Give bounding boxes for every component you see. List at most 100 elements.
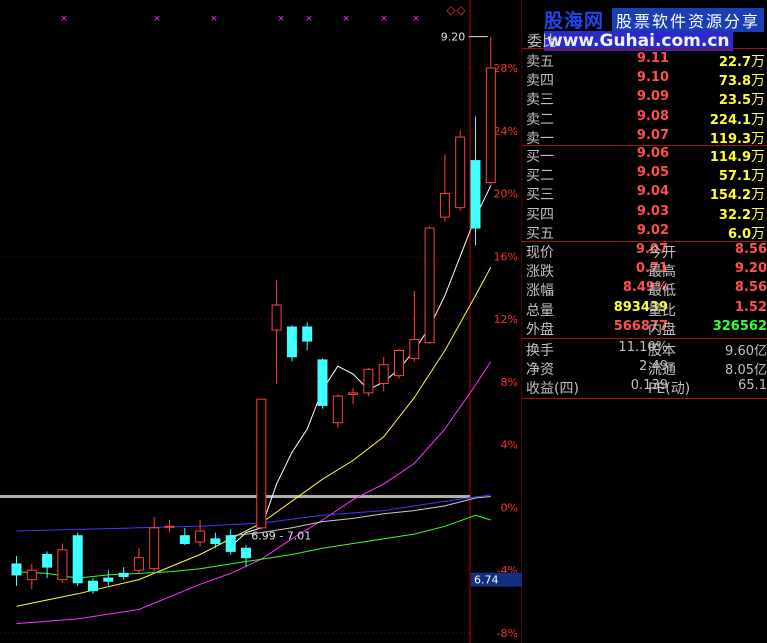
tick-label: 0% [501,501,518,514]
ma-line-2 [16,267,492,607]
stat-value: 65.1 [738,378,767,394]
quote-row: 涨跌 0.71 最高 9.20 [524,261,767,280]
stat-label: 收益(四) [526,381,579,398]
candle-body [241,547,251,559]
bid-price: 9.04 [636,184,669,200]
ask-price: 9.09 [636,89,669,105]
bid-volume-unit: 万 [751,206,765,223]
ask-price: 9.08 [636,108,669,124]
candle-body [225,535,236,552]
stat-label: 净资 [526,362,554,379]
candle-body [164,525,175,528]
top-marker: × [380,14,388,24]
bid-volume-unit: 万 [751,168,765,185]
ask-volume-value: 73.8 [718,74,751,90]
ask-row: 卖三 9.09 23.5万 [524,89,767,108]
quote-label: 最高 [648,264,676,281]
tick-label: 16% [494,250,518,263]
ask-volume-unit: 万 [751,54,765,70]
ask-row: 卖四 9.10 73.8万 [524,70,767,89]
candle-body [378,364,389,384]
candle-body [363,368,374,394]
ask-price: 9.11 [636,51,669,66]
candle-body [103,577,114,582]
tick-label: 12% [494,313,518,326]
tick-label: -8% [497,627,518,640]
diamond-icon: ◇ [446,3,456,17]
candle-body [485,67,496,184]
top-marker: × [277,14,285,24]
ma-line-4 [16,514,491,579]
top-marker: × [60,14,68,24]
high-annotation: 9.20 [441,31,466,44]
candle-body [118,572,129,577]
tick-label: 4% [501,439,518,452]
diamond-icon: ◇ [456,3,466,17]
tick-label: 24% [494,125,518,138]
candle-body [394,350,404,377]
bid-price: 9.03 [636,203,669,219]
ask-price: 9.07 [636,127,669,143]
quote-label: 量比 [648,302,676,319]
candle-body [88,580,98,592]
candle-body [26,569,37,581]
top-marker: × [342,14,350,24]
candlestick-chart: 28%24%20%16%12%8%4%0%-4%-8%6.749.206.99 … [0,0,522,643]
ask-volume: 23.5万 [719,89,765,109]
stat-row: 净资 2.49 流通 8.05亿 [524,359,767,378]
ma-line-3 [16,361,492,625]
quote-label: 涨跌 [526,264,554,281]
bid-price: 9.02 [636,222,669,238]
top-marker: × [210,14,218,24]
quote-label: 内盘 [648,321,676,338]
top-marker: × [153,14,161,24]
watermark-name: 股海网 [544,10,605,32]
candle-body [133,557,144,571]
candle-body [286,326,297,358]
top-marker: × [412,14,420,24]
candle-body [11,563,22,576]
bid-volume: 114.9万 [710,146,765,166]
ask-label: 卖四 [526,73,554,90]
quote-label: 现价 [526,245,554,261]
bid-volume-unit: 万 [751,187,765,204]
ask-volume: 73.8万 [719,70,765,90]
ask-label: 卖二 [526,111,554,128]
sep-bottom [522,398,767,399]
tick-label: 8% [501,376,518,389]
sep-quote-stats [522,338,767,339]
candle-body [42,554,53,568]
stat-label: 流通 [648,362,676,379]
quote-row: 外盘 566877 内盘 326562 [524,319,767,338]
ask-price: 9.10 [636,70,669,86]
quote-label: 今开 [648,245,676,261]
candle-body [439,193,450,218]
ask-volume-unit: 万 [751,73,765,90]
quote-value: 1.52 [734,299,767,315]
ask-label: 卖五 [526,54,554,70]
stat-row: 换手 11.10% 股本 9.60亿 [524,340,767,359]
quote-value: 8.56 [734,280,767,296]
low-annotation: 6.99 - 7.01 [251,530,311,543]
bid-volume: 57.1万 [719,165,765,185]
ask-volume: 22.7万 [719,51,765,71]
stat-label: 换手 [526,343,554,359]
ma-line-1 [230,185,492,548]
candle-body [210,538,221,545]
candle-body [470,160,481,229]
ask-label: 卖三 [526,92,554,109]
stat-value: 9.60亿 [725,344,767,359]
stat-label: PE(动) [648,381,691,398]
bid-row: 买五 9.02 6.0万 [524,223,767,242]
base-price-label: 6.74 [474,574,499,587]
bid-volume-value: 114.9 [709,150,751,165]
candle-body [332,395,343,424]
quote-row: 总量 893439 量比 1.52 [524,300,767,319]
bid-label: 买三 [526,187,554,204]
candle-body [72,535,83,584]
quote-label: 涨幅 [526,283,554,300]
watermark-slogan: 股票软件资源分享 [612,8,765,32]
top-marker: × [305,14,313,24]
stat-row: 收益(四) 0.139 PE(动) 65.1 [524,378,767,397]
stat-value: 8.05亿 [725,363,767,379]
